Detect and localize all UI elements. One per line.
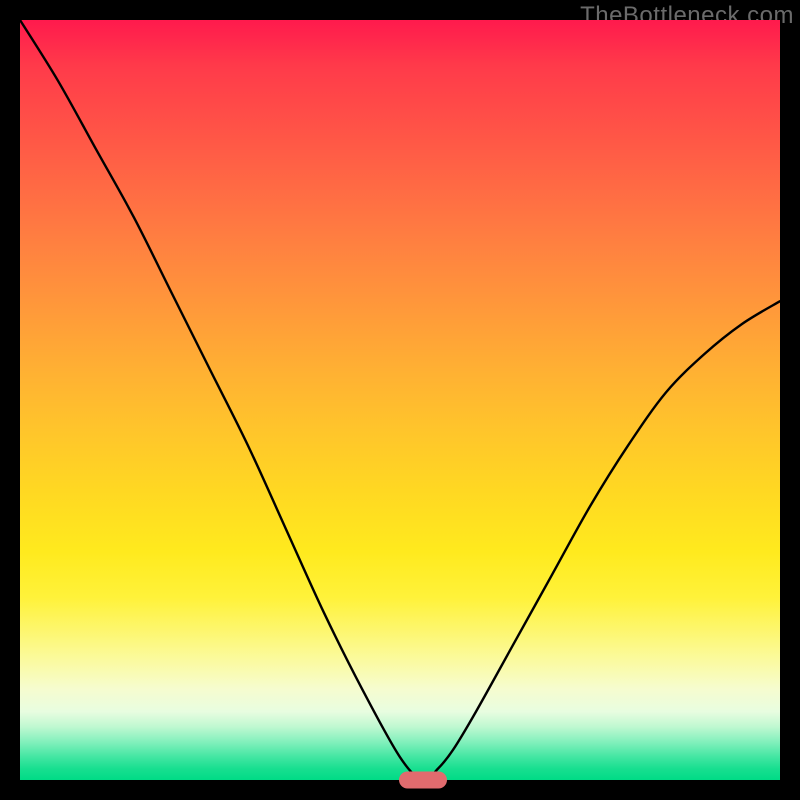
optimal-marker (399, 772, 447, 789)
plot-area (20, 20, 780, 780)
chart-frame: TheBottleneck.com (0, 0, 800, 800)
bottleneck-curve (20, 20, 780, 780)
